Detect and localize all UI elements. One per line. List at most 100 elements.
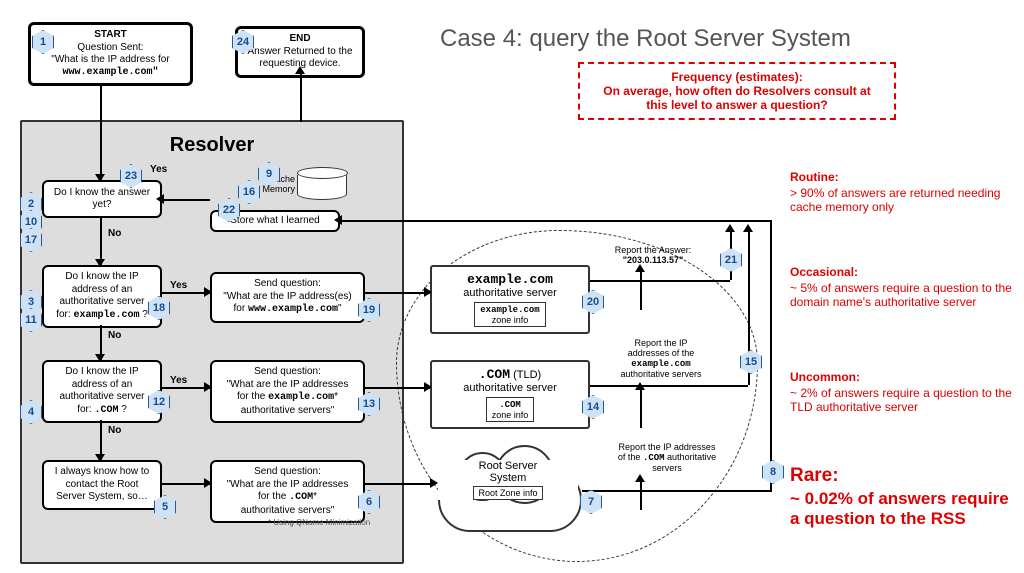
tld-zone-info: .COMzone info (486, 397, 535, 422)
arrowhead (95, 259, 105, 267)
send-question-domain: Send question: "What are the IP address(… (210, 272, 365, 323)
arrowhead (204, 287, 212, 297)
root-zone-info: Root Zone info (473, 486, 542, 500)
arrowhead (635, 382, 645, 390)
step-21: 21 (720, 248, 742, 272)
report-domain: Report the IP addresses of the example.c… (606, 338, 716, 379)
qname-footnote: * Using QName Minimization (268, 518, 370, 527)
send-root-l3: for the .COM* (218, 491, 357, 505)
decision-auth-domain-l1: Do I know the IP (50, 271, 154, 284)
arrow (770, 220, 772, 490)
decision-auth-domain-l4: for: example.com ? (50, 309, 154, 323)
decision-know-answer-text: Do I know the answer yet? (50, 187, 154, 212)
store-learned-text: Store what I learned (230, 215, 320, 228)
domain-zone-info: example.comzone info (474, 302, 545, 327)
decision-auth-domain: Do I know the IP address of an authorita… (42, 265, 162, 328)
arrow (162, 483, 210, 485)
arrow (300, 72, 302, 122)
arrow (162, 387, 210, 389)
arrow (590, 280, 730, 282)
no-label-1: No (108, 228, 121, 239)
arrowhead (204, 382, 212, 392)
arrowhead (424, 287, 432, 297)
decision-auth-domain-l3: authoritative server (50, 296, 154, 309)
arrowhead (635, 264, 645, 272)
arrow (340, 220, 770, 222)
decision-auth-tld-l1: Do I know the IP (50, 366, 154, 379)
freq-uncommon: Uncommon: ~ 2% of answers require a ques… (790, 370, 1015, 414)
send-domain-l3: for www.example.com" (218, 303, 357, 317)
tld-auth-server: .COM (TLD) authoritative server .COMzone… (430, 360, 590, 429)
send-tld-l2: "What are the IP addresses (218, 379, 357, 392)
arrow (100, 218, 102, 265)
occasional-text: ~ 5% of answers require a question to th… (790, 281, 1015, 309)
routine-heading: Routine: (790, 170, 1015, 184)
routine-text: > 90% of answers are returned needing ca… (790, 186, 1015, 214)
start-line2: "What is the IP address for (37, 54, 184, 67)
arrowhead (156, 194, 164, 204)
decision-know-answer: Do I know the answer yet? (42, 180, 162, 218)
arrow (640, 480, 642, 510)
arrow (162, 292, 210, 294)
occasional-heading: Occasional: (790, 265, 1015, 279)
frequency-heading: Frequency (estimates): (592, 70, 882, 84)
send-domain-l1: Send question: (218, 278, 357, 291)
end-line1: Answer Returned to the (244, 46, 356, 59)
root-l1: I always know how to (50, 466, 154, 479)
arrow (100, 85, 102, 180)
start-heading: START (37, 29, 184, 42)
arrowhead (95, 174, 105, 182)
freq-occasional: Occasional: ~ 5% of answers require a qu… (790, 265, 1015, 309)
root-server-name: Root ServerSystem (438, 460, 578, 484)
arrowhead (424, 382, 432, 392)
start-box: START Question Sent: "What is the IP add… (28, 22, 193, 86)
start-line1: Question Sent: (37, 42, 184, 55)
send-root-l1: Send question: (218, 466, 357, 479)
domain-server-sub: authoritative server (440, 287, 580, 299)
arrowhead (295, 66, 305, 74)
arrowhead (725, 224, 735, 232)
decision-auth-tld-l4: for: .COM ? (50, 404, 154, 418)
arrow (365, 387, 430, 389)
send-root-l2: "What are the IP addresses (218, 479, 357, 492)
end-heading: END (244, 33, 356, 46)
domain-server-name: example.com (440, 272, 580, 287)
arrowhead (635, 474, 645, 482)
report-tld: Report the IP addresses of the .COM auth… (602, 442, 732, 473)
resolver-title: Resolver (170, 134, 255, 157)
no-label-2: No (108, 330, 121, 341)
no-label-3: No (108, 425, 121, 436)
freq-rare: Rare: ~ 0.02% of answers require a quest… (790, 465, 1015, 529)
arrowhead (95, 354, 105, 362)
tld-server-name: .COM (TLD) (440, 367, 580, 382)
decision-auth-domain-l2: address of an (50, 284, 154, 297)
root-knowledge-box: I always know how to contact the Root Se… (42, 460, 162, 510)
tld-server-sub: authoritative server (440, 382, 580, 394)
yes-label-2: Yes (170, 280, 187, 291)
decision-auth-tld: Do I know the IP address of an authorita… (42, 360, 162, 423)
arrow (365, 292, 430, 294)
yes-label-3: Yes (170, 375, 187, 386)
arrow (590, 385, 748, 387)
start-line3: www.example.com" (37, 67, 184, 80)
send-root-l4: authoritative servers" (218, 505, 357, 518)
frequency-sub: On average, how often do Resolvers consu… (592, 84, 882, 112)
domain-auth-server: example.com authoritative server example… (430, 265, 590, 334)
diagram-title: Case 4: query the Root Server System (440, 25, 851, 53)
send-tld-l3: for the example.com* (218, 391, 357, 405)
send-question-root: Send question: "What are the IP addresse… (210, 460, 365, 523)
frequency-box: Frequency (estimates): On average, how o… (578, 62, 896, 120)
decision-auth-tld-l2: address of an (50, 379, 154, 392)
arrowhead (334, 215, 342, 225)
rare-text: ~ 0.02% of answers require a question to… (790, 489, 1015, 529)
step-8: 8 (762, 460, 784, 484)
arrowhead (204, 478, 212, 488)
cache-memory-icon (297, 170, 347, 200)
arrow (365, 483, 435, 485)
yes-label-1: Yes (150, 164, 167, 175)
root-l2: contact the Root (50, 479, 154, 492)
arrow (162, 199, 210, 201)
rare-heading: Rare: (790, 465, 1015, 487)
root-l3: Server System, so… (50, 491, 154, 504)
arrowhead (430, 478, 438, 488)
